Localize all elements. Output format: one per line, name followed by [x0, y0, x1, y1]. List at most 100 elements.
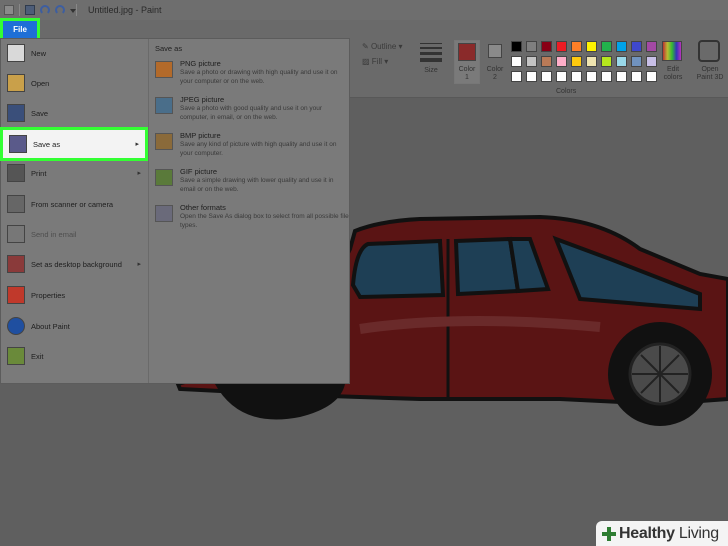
save-as-option[interactable]: PNG picture Save a photo or drawing with … [153, 59, 349, 93]
separator [76, 4, 77, 16]
menu-item-about-paint[interactable]: About Paint [1, 312, 147, 340]
menu-item-label: Set as desktop background [31, 259, 122, 269]
open-folder-icon [7, 74, 25, 92]
palette-swatch[interactable] [541, 41, 552, 52]
healthy-living-watermark: Healthy Living [596, 521, 728, 546]
save-as-option-title: JPEG picture [180, 95, 225, 104]
save-as-option[interactable]: JPEG picture Save a photo with good quali… [153, 95, 349, 129]
submenu-arrow-icon: ▸ [137, 261, 141, 268]
menu-item-label: Open [31, 78, 50, 88]
palette-swatch[interactable] [541, 71, 552, 82]
palette-swatch[interactable] [511, 71, 522, 82]
palette-swatch[interactable] [556, 41, 567, 52]
save-as-option-title: Other formats [180, 203, 226, 212]
menu-item-new[interactable]: New [1, 39, 147, 67]
size-label: Size [424, 67, 438, 74]
menu-item-from-scanner-or-camera[interactable]: From scanner or camera [1, 190, 147, 218]
palette-swatch[interactable] [586, 71, 597, 82]
file-menu: New Open Save Save as ▸ Print ▸ From scanner or… [0, 38, 350, 384]
jpeg-picture-icon [155, 97, 173, 114]
colors-group-label: Colors [556, 88, 577, 95]
save-as-option[interactable]: Other formats Open the Save As dialog box… [153, 203, 349, 237]
desktop-icon [7, 255, 25, 273]
ribbon-tab-row [0, 20, 728, 38]
checkmark-icon [7, 286, 25, 304]
other-formats-icon [155, 205, 173, 222]
palette-swatch[interactable] [571, 41, 582, 52]
email-icon [7, 225, 25, 243]
menu-item-exit[interactable]: Exit [1, 342, 147, 370]
palette-swatch[interactable] [631, 41, 642, 52]
menu-item-label: Exit [31, 351, 44, 361]
undo-icon[interactable] [40, 5, 50, 15]
palette-swatch[interactable] [631, 71, 642, 82]
car-window-front [350, 238, 446, 300]
menu-item-label: Properties [31, 290, 66, 300]
color2-swatch [488, 44, 502, 58]
file-tab[interactable]: File [0, 18, 40, 41]
outline-dropdown[interactable]: ✎ Outline ▾ [362, 42, 403, 51]
paint-3d-icon[interactable] [698, 40, 720, 62]
exit-icon [7, 347, 25, 365]
save-as-option-description: Save a simple drawing with lower quality… [180, 177, 334, 193]
palette-swatch[interactable] [601, 41, 612, 52]
redo-icon[interactable] [55, 5, 65, 15]
png-picture-icon [155, 61, 173, 78]
palette-swatch[interactable] [556, 56, 567, 67]
palette-swatch[interactable] [616, 41, 627, 52]
palette-swatch[interactable] [646, 41, 657, 52]
fill-label: Fill [371, 57, 382, 66]
palette-swatch[interactable] [511, 41, 522, 52]
new-file-icon [7, 44, 25, 62]
submenu-arrow-icon: ▸ [137, 170, 141, 177]
palette-swatch[interactable] [526, 41, 537, 52]
palette-swatch[interactable] [616, 56, 627, 67]
palette-swatch[interactable] [571, 56, 582, 67]
save-as-heading: Save as [155, 44, 183, 53]
menu-item-save[interactable]: Save [1, 99, 147, 127]
menu-item-label: About Paint [31, 321, 70, 331]
menu-item-label: Save [31, 108, 49, 118]
color2-label: Color 2 [486, 66, 504, 81]
menu-item-open[interactable]: Open [1, 69, 147, 97]
menu-item-label: Print [31, 168, 47, 178]
palette-swatch[interactable] [526, 56, 537, 67]
fill-dropdown[interactable]: ▨ Fill ▾ [362, 57, 403, 66]
separator [19, 4, 20, 16]
save-as-submenu: Save as PNG picture Save a photo or drawi… [148, 39, 351, 383]
menu-item-send-in-email[interactable]: Send in email [1, 220, 147, 248]
outline-label: Outline [370, 42, 397, 51]
color-palette [511, 41, 657, 82]
palette-swatch[interactable] [616, 71, 627, 82]
color1-label: Color 1 [458, 66, 476, 81]
title-bar: Untitled.jpg - Paint [0, 0, 728, 20]
menu-item-save-as[interactable]: Save as ▸ [0, 127, 148, 161]
palette-swatch[interactable] [631, 56, 642, 67]
edit-colors-icon[interactable] [662, 41, 682, 61]
paint-app-icon[interactable] [4, 5, 14, 15]
save-as-icon [9, 135, 27, 153]
info-icon [7, 317, 25, 335]
quick-save-icon[interactable] [25, 5, 35, 15]
palette-swatch[interactable] [601, 71, 612, 82]
palette-swatch[interactable] [586, 56, 597, 67]
palette-swatch[interactable] [511, 56, 522, 67]
car-wheel-front [215, 384, 345, 420]
palette-swatch[interactable] [556, 71, 567, 82]
menu-item-set-as-desktop-background[interactable]: Set as desktop background ▸ [1, 250, 147, 278]
car-window-middle [453, 236, 521, 297]
palette-swatch[interactable] [526, 71, 537, 82]
size-button[interactable] [420, 43, 442, 63]
edit-colors-label: Edit colors [663, 66, 683, 81]
menu-item-properties[interactable]: Properties [1, 281, 147, 309]
palette-swatch[interactable] [586, 41, 597, 52]
save-as-option[interactable]: BMP picture Save any kind of picture with… [153, 131, 349, 165]
menu-item-print[interactable]: Print ▸ [1, 159, 147, 187]
save-as-option-description: Open the Save As dialog box to select fr… [180, 213, 349, 229]
save-as-option[interactable]: GIF picture Save a simple drawing with lo… [153, 167, 349, 201]
menu-item-label: Save as [33, 139, 61, 149]
palette-swatch[interactable] [541, 56, 552, 67]
palette-swatch[interactable] [571, 71, 582, 82]
save-as-option-description: Save a photo or drawing with high qualit… [180, 69, 338, 85]
palette-swatch[interactable] [601, 56, 612, 67]
